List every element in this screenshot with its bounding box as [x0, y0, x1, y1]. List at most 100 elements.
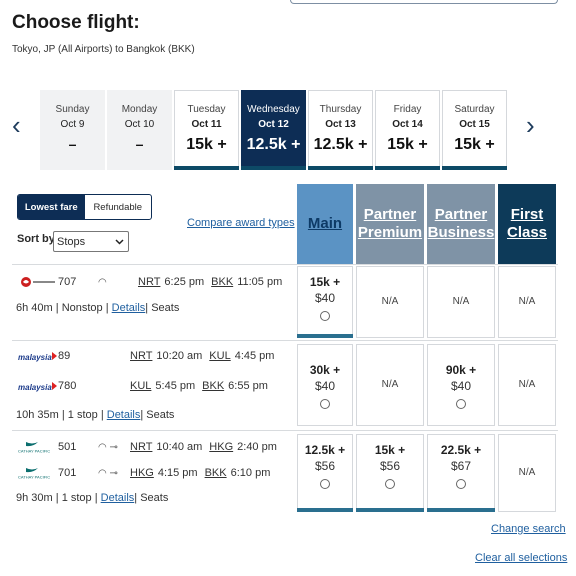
fare-radio[interactable] [385, 479, 395, 489]
fare-points: 12.5k + [304, 443, 346, 457]
sort-value: Stops [57, 235, 86, 248]
date-cell-oct-13[interactable]: Thursday Oct 13 12.5k + [308, 90, 373, 170]
fare-unavailable: N/A [381, 379, 399, 390]
date-price: – [135, 136, 144, 152]
cabin-header-partner-business[interactable]: Partner Business [427, 184, 495, 264]
date-dow: Sunday [55, 104, 90, 115]
flight-segment: CATHAY PACIFIC 501 ◠ ⊸ NRT 10:40 am HKG … [18, 441, 284, 453]
destination-airport: BKK [204, 467, 227, 479]
date-label: Oct 12 [258, 119, 289, 130]
arrival-time: 2:40 pm [237, 441, 277, 453]
departure-time: 10:20 am [156, 350, 203, 362]
prev-dates-chevron-icon[interactable]: ‹ [12, 112, 21, 138]
cabin-label: Partner [434, 206, 488, 223]
date-cell-oct-15[interactable]: Saturday Oct 15 15k + [442, 90, 507, 170]
next-dates-chevron-icon[interactable]: › [526, 112, 535, 138]
date-price: 12.5k + [313, 136, 368, 153]
flight-number: 780 [58, 380, 77, 392]
fare-partner-premium-flight-3[interactable]: 15k + $56 [356, 434, 424, 512]
cabin-header-partner-premium[interactable]: Partner Premium [356, 184, 424, 264]
arrival-time: 6:55 pm [228, 380, 268, 392]
seats-link[interactable]: Seats [151, 302, 179, 314]
fare-main-flight-3[interactable]: 12.5k + $56 [297, 434, 353, 512]
fare-radio[interactable] [320, 479, 330, 489]
fare-partner-business-flight-2[interactable]: 90k + $40 [427, 344, 495, 426]
flight-duration: 6h 40m [16, 302, 53, 314]
cabin-label: First [510, 206, 544, 223]
flight-number: 701 [58, 467, 77, 479]
date-cell-oct-12[interactable]: Wednesday Oct 12 12.5k + [241, 90, 306, 170]
change-search-link[interactable]: Change search [491, 523, 566, 535]
details-link[interactable]: Details [112, 302, 146, 314]
fare-radio[interactable] [456, 479, 466, 489]
fare-cash: $67 [450, 459, 472, 473]
fare-points: 22.5k + [440, 443, 482, 457]
date-label: Oct 9 [60, 119, 85, 130]
fare-unavailable: N/A [381, 296, 399, 307]
fare-unavailable: N/A [518, 296, 536, 307]
cabin-header-first-class[interactable]: First Class [498, 184, 556, 264]
details-link[interactable]: Details [101, 492, 135, 504]
flight-segment: 707 ◠ NRT 6:25 pm BKK 11:05 pm [18, 276, 289, 288]
date-cell-oct-10: Monday Oct 10 – [107, 90, 172, 170]
wifi-power-icon: ◠ ⊸ [98, 441, 118, 453]
destination-airport: BKK [202, 380, 225, 392]
flight-segment: malaysia 780 KUL 5:45 pm BKK 6:55 pm [18, 380, 275, 392]
svg-text:malaysia: malaysia [18, 353, 52, 362]
compare-award-types-link[interactable]: Compare award types [187, 217, 295, 229]
malaysia-airlines-logo-icon: malaysia [18, 382, 57, 392]
date-cell-oct-14[interactable]: Friday Oct 14 15k + [375, 90, 440, 170]
top-panel-edge [290, 0, 558, 4]
fare-radio[interactable] [320, 399, 330, 409]
row-divider [12, 264, 558, 265]
fare-main-flight-2[interactable]: 30k + $40 [297, 344, 353, 426]
cathay-pacific-logo-icon: CATHAY PACIFIC [18, 442, 50, 454]
arrival-time: 6:10 pm [230, 467, 271, 479]
seats-link[interactable]: Seats [140, 492, 168, 504]
date-cell-oct-11[interactable]: Tuesday Oct 11 15k + [174, 90, 239, 170]
cabin-label: Main [307, 215, 343, 232]
origin-airport: NRT [130, 441, 153, 453]
origin-airport: NRT [130, 350, 153, 362]
arrival-time: 4:45 pm [234, 350, 275, 362]
fare-partner-business-flight-3[interactable]: 22.5k + $67 [427, 434, 495, 512]
arrival-time: 11:05 pm [237, 276, 283, 288]
toggle-lowest-fare[interactable]: Lowest fare [18, 195, 85, 219]
fare-unavailable: N/A [518, 379, 536, 390]
page-title: Choose flight: [12, 12, 140, 33]
date-dow: Tuesday [187, 104, 226, 115]
date-label: Oct 10 [124, 119, 155, 130]
fare-cash: $40 [314, 291, 336, 305]
fare-points: 15k + [309, 275, 341, 289]
fare-points: 90k + [445, 363, 477, 377]
fare-cash: $40 [314, 379, 336, 393]
clear-all-selections-link[interactable]: Clear all selections [475, 552, 567, 564]
cabin-header-main[interactable]: Main [297, 184, 353, 264]
details-link[interactable]: Details [107, 409, 141, 421]
flight-meta: 6h 40m | Nonstop | Details| Seats [16, 302, 180, 314]
sort-label: Sort by [17, 233, 55, 245]
seats-link[interactable]: Seats [146, 409, 174, 421]
cabin-label: Premium [357, 224, 423, 241]
svg-text:malaysia: malaysia [18, 383, 52, 392]
date-label: Oct 13 [325, 119, 356, 130]
chevron-down-icon [115, 238, 124, 245]
svg-text:CATHAY PACIFIC: CATHAY PACIFIC [18, 449, 50, 454]
flight-duration: 9h 30m [16, 492, 53, 504]
fare-first-flight-3: N/A [498, 434, 556, 512]
fare-main-flight-1[interactable]: 15k + $40 [297, 266, 353, 338]
flight-segment: CATHAY PACIFIC 701 ◠ ⊸ HKG 4:15 pm BKK 6… [18, 467, 277, 479]
toggle-refundable[interactable]: Refundable [85, 195, 152, 219]
svg-text:CATHAY PACIFIC: CATHAY PACIFIC [18, 475, 50, 480]
fare-radio[interactable] [320, 311, 330, 321]
sort-select[interactable]: Stops [53, 231, 129, 252]
departure-time: 10:40 am [156, 441, 203, 453]
fare-radio[interactable] [456, 399, 466, 409]
malaysia-airlines-logo-icon: malaysia [18, 352, 57, 362]
date-label: Oct 15 [459, 119, 490, 130]
origin-airport: NRT [138, 276, 161, 288]
flight-stops: Nonstop [61, 302, 103, 314]
departure-time: 6:25 pm [164, 276, 205, 288]
fare-cash: $56 [314, 459, 336, 473]
date-price: 15k + [454, 136, 495, 153]
